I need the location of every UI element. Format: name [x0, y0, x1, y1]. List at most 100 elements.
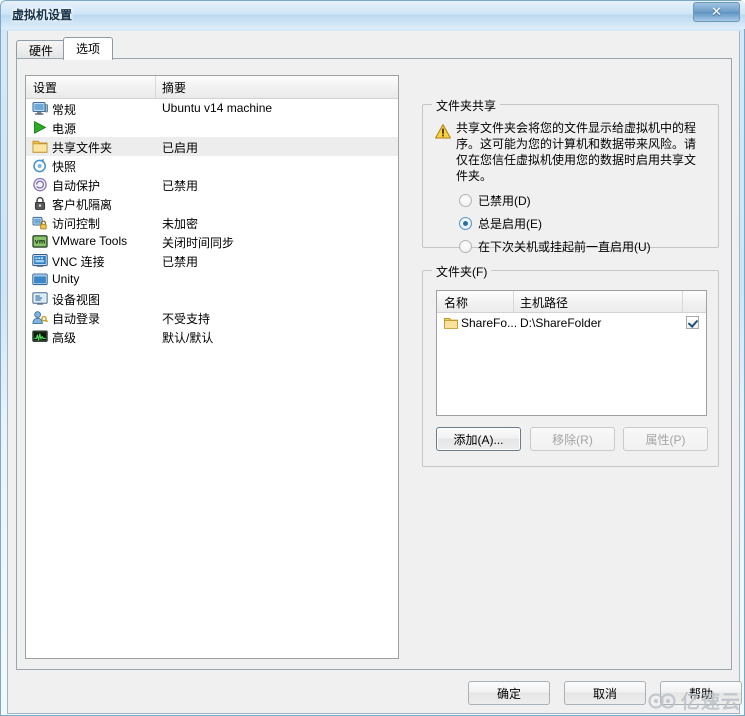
- folders-table[interactable]: 名称 主机路径 ShareFo... D:\ShareFolder: [436, 290, 707, 416]
- tab-options-label: 选项: [76, 42, 101, 56]
- settings-row-4[interactable]: 自动保护 已禁用: [26, 175, 398, 194]
- warning-icon: [435, 124, 451, 139]
- settings-row-2[interactable]: 共享文件夹 已启用: [26, 137, 398, 156]
- dialog-footer: 确定 取消 帮助: [16, 676, 742, 710]
- folder-sharing-group: 文件夹共享 共享文件夹会将您的文件显示给虚拟机中的程序。这可能为您的计算机和数据…: [422, 97, 719, 254]
- settings-row-5[interactable]: 客户机隔离: [26, 194, 398, 213]
- settings-row-12[interactable]: 高级 默认/默认: [26, 327, 398, 346]
- table-row[interactable]: ShareFo... D:\ShareFolder: [437, 313, 706, 333]
- folders-column-header-path: 主机路径: [520, 296, 569, 310]
- folder-sharing-title: 文件夹共享: [432, 97, 501, 114]
- radio-icon: [459, 240, 472, 253]
- settings-row-summary: 关闭时间同步: [162, 236, 235, 250]
- folder-host-path: D:\ShareFolder: [520, 316, 602, 330]
- radio-sharing-until-shutdown-label: 在下次关机或挂起前一直启用(U): [478, 240, 651, 254]
- settings-list[interactable]: 设置 摘要 常规 Ubuntu v14 machine 电源 共享文件夹 已启用 快照 自动…: [25, 75, 399, 659]
- settings-row-name: VMware Tools: [52, 234, 128, 248]
- settings-row-summary: 已启用: [162, 141, 199, 155]
- settings-row-name: VNC 连接: [52, 255, 105, 269]
- add-folder-button[interactable]: 添加(A)...: [436, 427, 521, 451]
- access-lock-icon: [32, 215, 48, 230]
- folders-group-title: 文件夹(F): [432, 263, 492, 280]
- folder-icon: [444, 316, 458, 329]
- settings-row-name: 电源: [52, 122, 77, 136]
- svg-text:vm: vm: [35, 238, 46, 246]
- settings-row-summary: 默认/默认: [162, 331, 214, 345]
- settings-row-name: 访问控制: [52, 217, 101, 231]
- snapshot-icon: [32, 158, 48, 173]
- settings-row-10[interactable]: 设备视图: [26, 289, 398, 308]
- column-divider: [513, 291, 514, 312]
- folder-sharing-warning-text: 共享文件夹会将您的文件显示给虚拟机中的程序。这可能为您的计算机和数据带来风险。请…: [456, 121, 697, 183]
- tab-options[interactable]: 选项: [63, 37, 114, 60]
- settings-row-name: 客户机隔离: [52, 198, 113, 212]
- add-folder-label: 添加(A)...: [453, 432, 504, 447]
- settings-row-6[interactable]: 访问控制 未加密: [26, 213, 398, 232]
- settings-row-summary: 已禁用: [162, 255, 199, 269]
- tab-hardware-label: 硬件: [29, 44, 54, 58]
- cancel-button[interactable]: 取消: [564, 681, 646, 705]
- tab-strip: 硬件 选项: [16, 37, 731, 60]
- settings-list-header: 设置 摘要: [26, 76, 398, 99]
- tab-hardware[interactable]: 硬件: [16, 40, 67, 59]
- lock-icon: [32, 196, 48, 211]
- settings-row-name: 常规: [52, 103, 77, 117]
- settings-row-name: 共享文件夹: [52, 141, 113, 155]
- folder-properties-button: 属性(P): [623, 427, 708, 451]
- close-button[interactable]: ✕: [693, 2, 740, 22]
- settings-row-11[interactable]: 自动登录 不受支持: [26, 308, 398, 327]
- cancel-label: 取消: [592, 686, 617, 701]
- vmware-tools-icon: vm: [32, 234, 48, 249]
- settings-column-header-setting: 设置: [33, 81, 58, 95]
- folder-name: ShareFo...: [461, 316, 518, 330]
- power-play-icon: [32, 120, 48, 135]
- device-view-icon: [32, 291, 48, 306]
- monitor-icon: [32, 101, 48, 116]
- radio-sharing-always-enabled-label: 总是启用(E): [478, 217, 542, 231]
- radio-sharing-until-shutdown[interactable]: 在下次关机或挂起前一直启用(U): [459, 238, 651, 255]
- settings-row-summary: Ubuntu v14 machine: [162, 101, 273, 115]
- settings-row-name: 高级: [52, 331, 77, 345]
- remove-folder-label: 移除(R): [552, 432, 593, 447]
- radio-sharing-always-enabled[interactable]: 总是启用(E): [459, 215, 542, 232]
- settings-row-1[interactable]: 电源: [26, 118, 398, 137]
- radio-icon: [459, 194, 472, 207]
- column-divider: [155, 76, 156, 98]
- settings-column-header-summary: 摘要: [162, 81, 187, 95]
- settings-row-name: 自动登录: [52, 312, 101, 326]
- folder-icon: [32, 139, 48, 154]
- settings-row-0[interactable]: 常规 Ubuntu v14 machine: [26, 99, 398, 118]
- settings-row-summary: 不受支持: [162, 312, 211, 326]
- title-bar: 虚拟机设置 ✕: [1, 1, 745, 29]
- unity-icon: [32, 272, 48, 287]
- settings-row-summary: 未加密: [162, 217, 199, 231]
- radio-sharing-disabled-label: 已禁用(D): [478, 194, 531, 208]
- autologon-icon: [32, 310, 49, 325]
- dialog-body: 硬件 选项 设置 摘要 常规 Ubuntu v14 machine 电源 共享文件夹已…: [7, 31, 742, 714]
- settings-row-name: 设备视图: [52, 293, 101, 307]
- settings-row-container: 常规 Ubuntu v14 machine 电源 共享文件夹 已启用 快照 自动保护 已禁用客…: [26, 99, 398, 346]
- settings-row-9[interactable]: Unity: [26, 270, 398, 289]
- folders-column-header-name: 名称: [444, 296, 469, 310]
- folder-enabled-checkbox[interactable]: [686, 316, 699, 329]
- vm-settings-window: 虚拟机设置 ✕ 硬件 选项 设置 摘要 常规 Ubuntu v14 machine…: [0, 0, 745, 716]
- folders-group: 文件夹(F) 名称 主机路径 ShareFo... D:\ShareFolder…: [422, 263, 719, 467]
- settings-row-name: 自动保护: [52, 179, 101, 193]
- close-icon: ✕: [711, 4, 722, 20]
- help-button[interactable]: 帮助: [660, 681, 742, 705]
- window-title: 虚拟机设置: [12, 8, 73, 22]
- settings-row-8[interactable]: VNC 连接 已禁用: [26, 251, 398, 270]
- settings-row-7[interactable]: vm VMware Tools 关闭时间同步: [26, 232, 398, 251]
- radio-sharing-disabled[interactable]: 已禁用(D): [459, 192, 531, 209]
- folder-properties-label: 属性(P): [645, 432, 686, 447]
- folders-table-header: 名称 主机路径: [437, 291, 706, 313]
- settings-row-summary: 已禁用: [162, 179, 199, 193]
- column-divider: [682, 291, 683, 312]
- vnc-icon: [32, 253, 48, 268]
- radio-icon: [459, 217, 472, 230]
- ok-button[interactable]: 确定: [468, 681, 550, 705]
- settings-row-name: Unity: [52, 272, 80, 286]
- settings-row-3[interactable]: 快照: [26, 156, 398, 175]
- autoprotect-icon: [32, 177, 48, 192]
- help-label: 帮助: [688, 686, 713, 701]
